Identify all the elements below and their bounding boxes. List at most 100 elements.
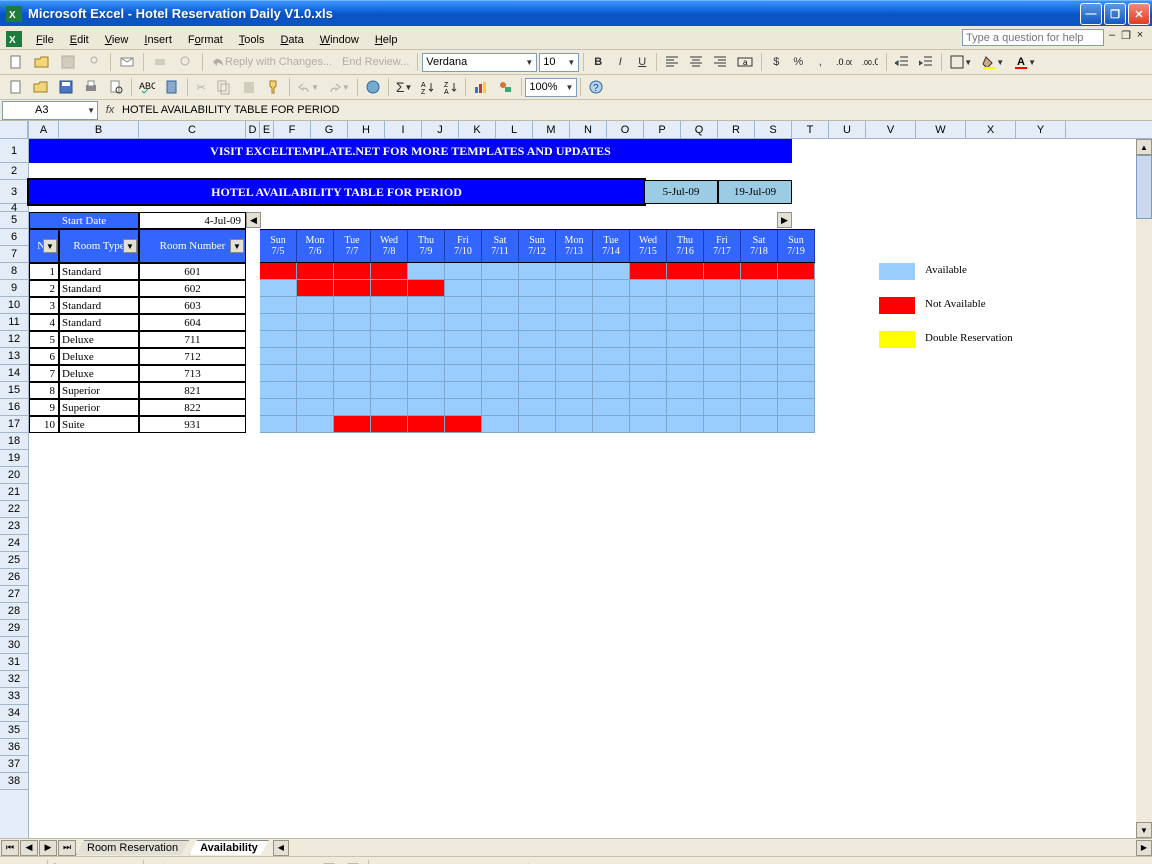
avail-603-7/14[interactable] (593, 297, 630, 314)
avail-713-7/7[interactable] (334, 365, 371, 382)
avail-711-7/7[interactable] (334, 331, 371, 348)
font-selector[interactable]: Verdana▼ (422, 53, 537, 72)
mdi-close-button[interactable]: × (1134, 29, 1146, 41)
avail-822-7/7[interactable] (334, 399, 371, 416)
room-num-822[interactable]: 822 (139, 399, 246, 416)
avail-604-7/18[interactable] (741, 314, 778, 331)
avail-603-7/11[interactable] (482, 297, 519, 314)
col-header-H[interactable]: H (348, 121, 385, 138)
avail-604-7/15[interactable] (630, 314, 667, 331)
avail-713-7/6[interactable] (297, 365, 334, 382)
row-header-5[interactable]: 5 (0, 212, 28, 229)
avail-822-7/15[interactable] (630, 399, 667, 416)
fill-color-draw-button[interactable]: ▼ (373, 859, 403, 864)
merge-center-button[interactable]: a (733, 52, 757, 72)
avail-602-7/16[interactable] (667, 280, 704, 297)
row-header-31[interactable]: 31 (0, 654, 28, 671)
horizontal-scrollbar[interactable]: ◀ ▶ (273, 840, 1152, 856)
avail-711-7/15[interactable] (630, 331, 667, 348)
avail-821-7/5[interactable] (260, 382, 297, 399)
row-header-28[interactable]: 28 (0, 603, 28, 620)
avail-822-7/14[interactable] (593, 399, 630, 416)
avail-604-7/9[interactable] (408, 314, 445, 331)
col-header-T[interactable]: T (792, 121, 829, 138)
room-type-601[interactable]: Standard (59, 263, 139, 280)
avail-602-7/5[interactable] (260, 280, 297, 297)
avail-712-7/13[interactable] (556, 348, 593, 365)
room-no-931[interactable]: 10 (29, 416, 59, 433)
tab-room-reservation[interactable]: Room Reservation (76, 840, 189, 855)
col-header-S[interactable]: S (755, 121, 792, 138)
percent-button[interactable]: % (788, 52, 808, 72)
row-header-25[interactable]: 25 (0, 552, 28, 569)
autosum-button[interactable]: Σ▼ (392, 77, 417, 97)
avail-604-7/7[interactable] (334, 314, 371, 331)
menu-format[interactable]: Format (180, 31, 231, 49)
decrease-decimal-button[interactable]: .00.0 (858, 52, 882, 72)
avail-822-7/17[interactable] (704, 399, 741, 416)
print2-button[interactable] (79, 77, 103, 97)
avail-821-7/17[interactable] (704, 382, 741, 399)
period-from-cell[interactable]: 5-Jul-09 (644, 180, 718, 204)
avail-822-7/5[interactable] (260, 399, 297, 416)
avail-604-7/12[interactable] (519, 314, 556, 331)
filter-no-dropdown[interactable]: ▼ (43, 239, 57, 253)
name-box[interactable]: A3▼ (2, 101, 98, 120)
avail-602-7/10[interactable] (445, 280, 482, 297)
room-type-713[interactable]: Deluxe (59, 365, 139, 382)
avail-821-7/14[interactable] (593, 382, 630, 399)
col-header-Q[interactable]: Q (681, 121, 718, 138)
col-header-L[interactable]: L (496, 121, 533, 138)
avail-713-7/16[interactable] (667, 365, 704, 382)
select-all-corner[interactable] (0, 121, 28, 139)
align-center-button[interactable] (685, 52, 707, 72)
room-no-601[interactable]: 1 (29, 263, 59, 280)
row-header-18[interactable]: 18 (0, 433, 28, 450)
avail-821-7/7[interactable] (334, 382, 371, 399)
avail-601-7/9[interactable] (408, 263, 445, 280)
row-header-23[interactable]: 23 (0, 518, 28, 535)
zoom-selector[interactable]: 100%▼ (525, 78, 577, 97)
avail-931-7/17[interactable] (704, 416, 741, 433)
diagram-button[interactable] (294, 859, 316, 864)
font-color-button[interactable]: A▼ (1010, 52, 1040, 72)
oval-button[interactable] (220, 859, 242, 864)
row-header-38[interactable]: 38 (0, 773, 28, 790)
print-button[interactable] (148, 52, 172, 72)
row-header-9[interactable]: 9 (0, 280, 28, 297)
row-header-12[interactable]: 12 (0, 331, 28, 348)
avail-602-7/9[interactable] (408, 280, 445, 297)
col-header-A[interactable]: A (29, 121, 59, 138)
avail-712-7/18[interactable] (741, 348, 778, 365)
col-header-R[interactable]: R (718, 121, 755, 138)
avail-713-7/13[interactable] (556, 365, 593, 382)
hyperlink-button[interactable] (361, 77, 385, 97)
avail-821-7/15[interactable] (630, 382, 667, 399)
avail-604-7/16[interactable] (667, 314, 704, 331)
room-num-713[interactable]: 713 (139, 365, 246, 382)
avail-711-7/12[interactable] (519, 331, 556, 348)
tab-availability[interactable]: Availability (189, 840, 269, 855)
menu-tools[interactable]: Tools (231, 31, 273, 49)
sort-asc-button[interactable]: AZ (417, 77, 439, 97)
avail-931-7/12[interactable] (519, 416, 556, 433)
drawing-button[interactable] (494, 77, 518, 97)
col-header-J[interactable]: J (422, 121, 459, 138)
line-style-button[interactable] (468, 859, 490, 864)
avail-601-7/5[interactable] (260, 263, 297, 280)
room-type-931[interactable]: Suite (59, 416, 139, 433)
mdi-minimize-button[interactable]: – (1106, 29, 1118, 41)
room-no-602[interactable]: 2 (29, 280, 59, 297)
spell-check-button[interactable]: ABC (135, 77, 159, 97)
avail-604-7/10[interactable] (445, 314, 482, 331)
avail-713-7/5[interactable] (260, 365, 297, 382)
arrow-style-button[interactable] (516, 859, 538, 864)
avail-603-7/10[interactable] (445, 297, 482, 314)
row-header-30[interactable]: 30 (0, 637, 28, 654)
avail-822-7/19[interactable] (778, 399, 815, 416)
header-no[interactable]: No▼ (29, 229, 59, 263)
avail-711-7/5[interactable] (260, 331, 297, 348)
permission-button[interactable] (82, 52, 106, 72)
avail-821-7/18[interactable] (741, 382, 778, 399)
col-header-O[interactable]: O (607, 121, 644, 138)
